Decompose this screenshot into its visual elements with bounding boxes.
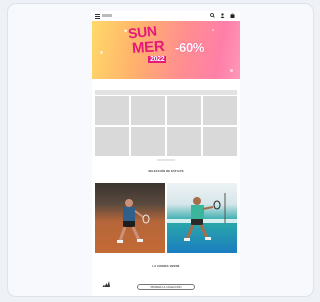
tennis-photo-clay[interactable]	[95, 183, 165, 253]
hero-year: 2022	[148, 56, 167, 63]
product-tile[interactable]	[131, 127, 165, 156]
product-tile[interactable]	[203, 96, 237, 125]
product-tile[interactable]	[95, 127, 129, 156]
confetti-dot	[212, 29, 214, 31]
carousel-pager[interactable]	[157, 159, 175, 161]
summer-sale-banner[interactable]: ✦ SUN MER 2022 -60%	[92, 21, 240, 79]
product-tile[interactable]	[167, 127, 201, 156]
confetti-dot	[230, 69, 233, 72]
section-title: LA COMIDA VERDE	[152, 265, 180, 268]
user-icon[interactable]	[220, 13, 225, 18]
section-title: SELECCIÓN DE ESTILOS	[148, 170, 184, 173]
collection-cta-button[interactable]: PROBAR LA COLECCIÓN	[137, 284, 195, 290]
search-icon[interactable]	[210, 13, 215, 18]
tennis-photo-hard-court[interactable]	[167, 183, 237, 253]
bag-icon[interactable]	[230, 13, 235, 18]
site-logo[interactable]	[102, 14, 112, 17]
hero-discount: -60%	[175, 40, 205, 55]
brand-logo-icon	[102, 274, 110, 287]
product-tile[interactable]	[167, 96, 201, 125]
style-photos	[95, 183, 237, 253]
product-tile[interactable]	[95, 96, 129, 125]
product-tile[interactable]	[203, 127, 237, 156]
top-bar	[92, 11, 240, 21]
menu-icon[interactable]	[95, 14, 100, 19]
hero-word-2: MER	[131, 37, 165, 58]
placeholder-strip	[95, 90, 237, 95]
mobile-page: ✦ SUN MER 2022 -60% SELECCIÓN DE ESTILOS	[92, 11, 240, 296]
product-grid	[95, 96, 237, 156]
confetti-dot	[100, 51, 103, 54]
product-tile[interactable]	[131, 96, 165, 125]
